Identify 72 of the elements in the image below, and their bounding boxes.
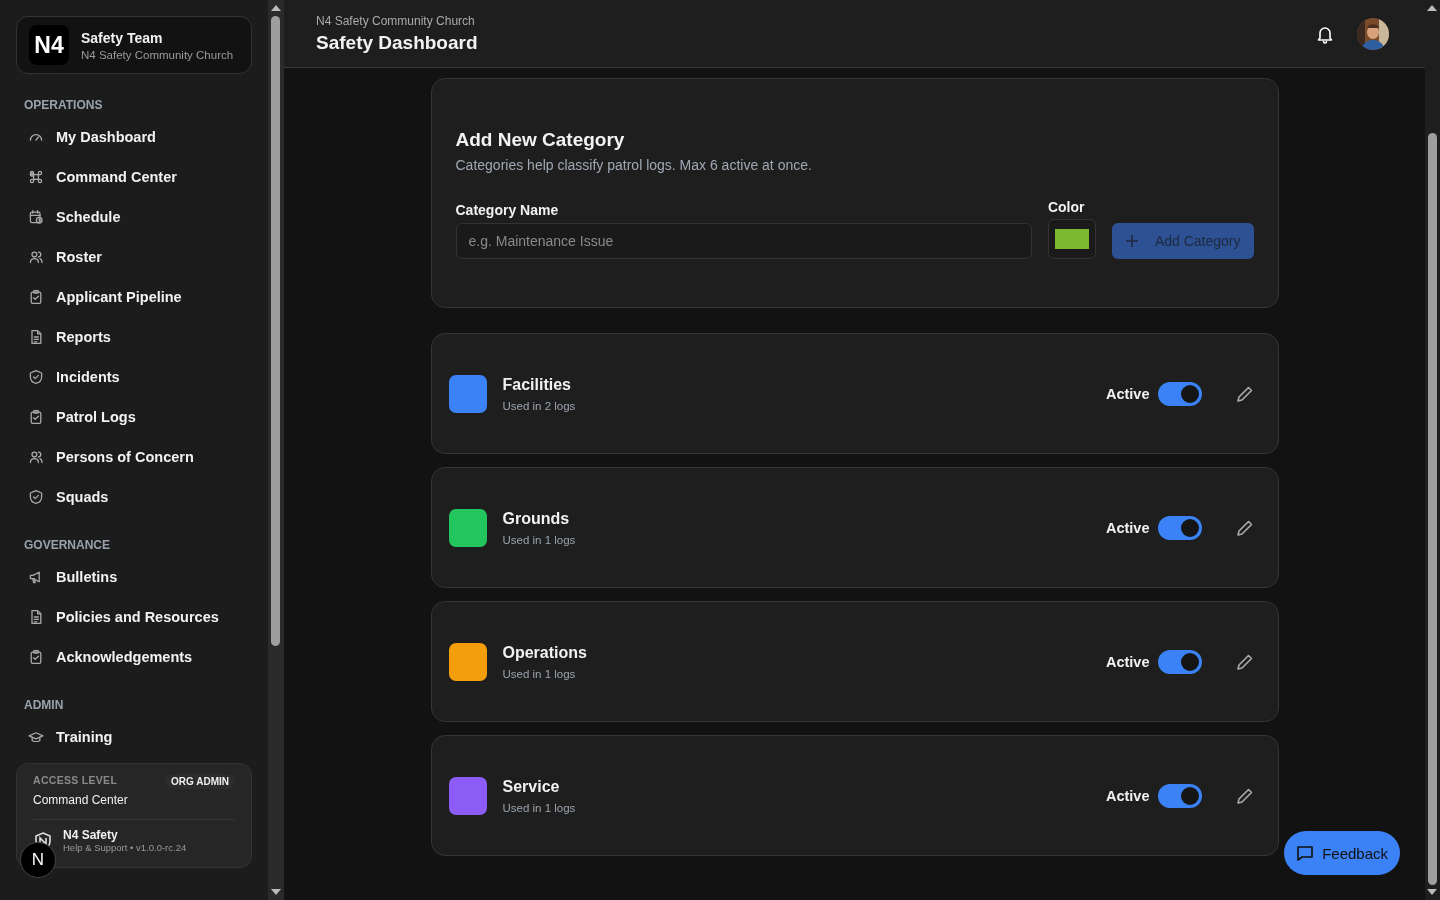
nav-item[interactable]: Schedule [16, 197, 252, 237]
team-name: Safety Team [81, 29, 164, 46]
category-name: Operations [502, 643, 588, 662]
nav-item[interactable]: Patrol Logs [16, 397, 252, 437]
people-icon [28, 249, 44, 265]
status-label: Active [1105, 519, 1150, 536]
shield-icon [28, 489, 44, 505]
category-name: Facilities [502, 375, 572, 394]
access-level-value: Command Center [33, 793, 129, 807]
organization-logo: N4 [29, 25, 69, 65]
pencil-icon[interactable] [1235, 384, 1254, 403]
usage-count: Used in 1 logs [502, 801, 577, 814]
usage-count: Used in 1 logs [502, 533, 577, 546]
nav-item[interactable]: Roster [16, 237, 252, 277]
scrollbar[interactable] [268, 0, 284, 900]
nav-item[interactable]: Training [16, 717, 252, 757]
scrollbar[interactable] [1425, 0, 1440, 900]
chat-icon [1296, 844, 1315, 862]
usage-count: Used in 2 logs [502, 399, 577, 412]
nav-item[interactable]: Bulletins [16, 557, 252, 597]
page-title: Safety Dashboard [316, 31, 479, 54]
organization-name: N4 Safety Community Church [316, 13, 476, 28]
people-icon [28, 449, 44, 465]
dev-badge[interactable]: N [20, 842, 56, 878]
form-description: Categories help classify patrol logs. Max 6 active at once. [455, 157, 813, 173]
nav-item[interactable]: Applicant Pipeline [16, 277, 252, 317]
nav-item[interactable]: Reports [16, 317, 252, 357]
app-info: Help & Support • v1.0.0-rc.24 [63, 842, 187, 853]
category-name: Service [502, 777, 561, 796]
feedback-button[interactable]: Feedback [1284, 831, 1400, 875]
clipboard-icon [28, 649, 44, 665]
role-badge: ORG ADMIN [165, 774, 235, 789]
nav-item[interactable]: Persons of Concern [16, 437, 252, 477]
section-heading: OPERATIONS [24, 98, 104, 112]
nav-item[interactable]: Policies and Resources [16, 597, 252, 637]
clipboard-icon [28, 289, 44, 305]
usage-count: Used in 1 logs [502, 667, 577, 680]
nav-item[interactable]: Squads [16, 477, 252, 517]
calendar-icon [28, 209, 44, 225]
active-toggle[interactable] [1157, 649, 1202, 674]
pencil-icon[interactable] [1235, 786, 1254, 805]
field-label: Category Name [455, 202, 560, 218]
color-picker[interactable] [1047, 219, 1096, 259]
pencil-icon[interactable] [1235, 652, 1254, 671]
nav-item[interactable]: Acknowledgements [16, 637, 252, 677]
pencil-icon[interactable] [1235, 518, 1254, 537]
plus-icon [1124, 234, 1139, 248]
active-toggle[interactable] [1157, 381, 1202, 406]
section-heading: GOVERNANCE [24, 538, 111, 552]
clipboard-icon [28, 409, 44, 425]
access-level-label: ACCESS LEVEL [33, 774, 118, 788]
status-label: Active [1105, 385, 1150, 402]
organization-card[interactable]: N4 Safety Team N4 Safety Community Church [16, 16, 252, 74]
command-icon [28, 169, 44, 185]
active-toggle[interactable] [1157, 783, 1202, 808]
nav-item[interactable]: Incidents [16, 357, 252, 397]
graduation-cap-icon [28, 732, 44, 742]
shield-icon [28, 369, 44, 385]
category-name-field[interactable]: e.g. Maintenance Issue [455, 223, 1032, 259]
status-label: Active [1105, 653, 1150, 670]
section-heading: ADMIN [24, 698, 65, 712]
nav-item[interactable]: My Dashboard [16, 117, 252, 157]
form-title: Add New Category [455, 129, 626, 151]
category-name: Grounds [502, 509, 571, 528]
organization-name: N4 Safety Community Church [81, 48, 234, 61]
field-label: Color [1047, 199, 1086, 215]
status-label: Active [1105, 787, 1150, 804]
document-icon [28, 609, 44, 625]
app-name: N4 Safety [63, 828, 119, 842]
document-icon [28, 329, 44, 345]
active-toggle[interactable] [1157, 515, 1202, 540]
nav-item[interactable]: Command Center [16, 157, 252, 197]
